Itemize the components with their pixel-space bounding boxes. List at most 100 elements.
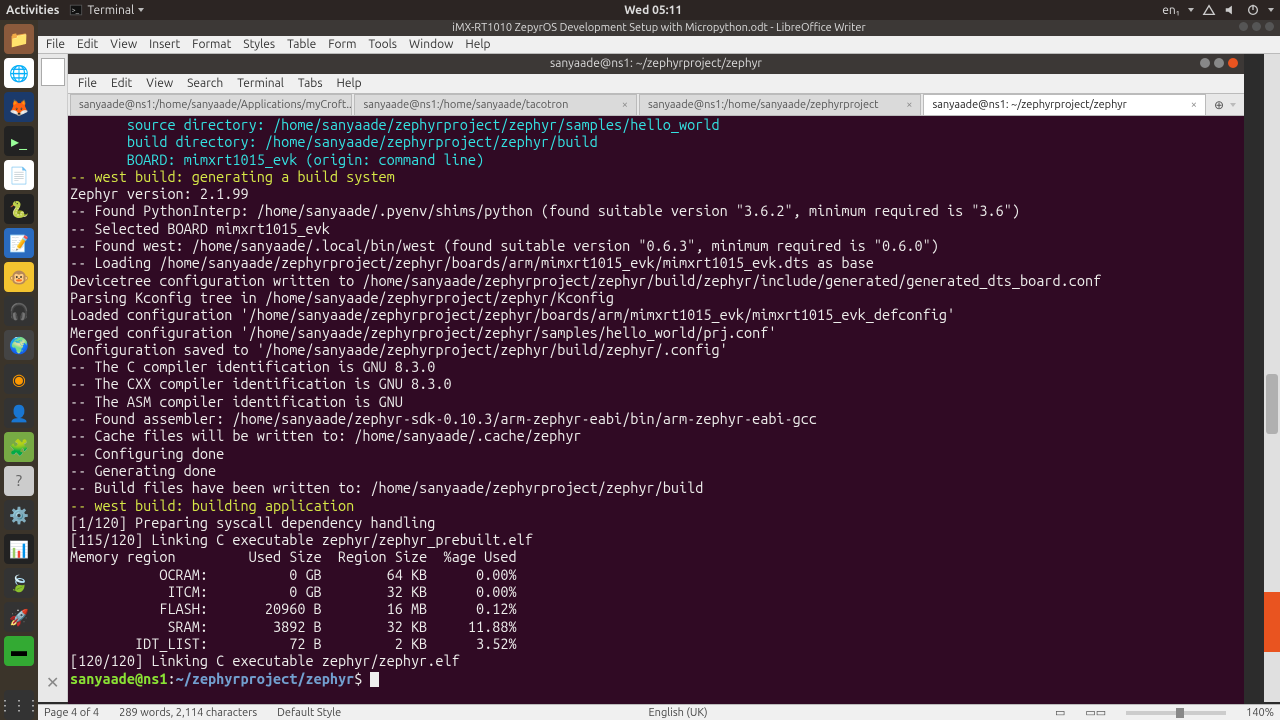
launcher-terminal-icon[interactable]: ▸_: [4, 126, 34, 156]
launcher-help-icon[interactable]: ?: [4, 466, 34, 496]
status-book-view-icon[interactable]: ▭▭: [1085, 706, 1106, 719]
lo-menu-styles[interactable]: Styles: [243, 38, 275, 51]
launcher-user-icon[interactable]: 👤: [4, 398, 34, 428]
status-style[interactable]: Default Style: [277, 707, 341, 719]
terminal-output-line: source directory: /home/sanyaade/zephyrp…: [70, 116, 1242, 133]
terminal-body[interactable]: source directory: /home/sanyaade/zephyrp…: [68, 116, 1244, 704]
terminal-output-line: [1/120] Preparing syscall dependency han…: [70, 514, 1242, 531]
libreoffice-window-title: iMX-RT1010 ZepyrOS Development Setup wit…: [38, 20, 1280, 36]
launcher-puzzle-icon[interactable]: 🧩: [4, 432, 34, 462]
maximize-icon[interactable]: [1214, 58, 1224, 68]
minimize-icon[interactable]: [1200, 58, 1210, 68]
launcher-blender-icon[interactable]: ◉: [4, 364, 34, 394]
lo-close-icon[interactable]: [1265, 22, 1274, 31]
document-thumbnail-icon: [41, 58, 65, 86]
gnome-top-bar: Activities >_ Terminal Wed 05:11 en₁: [0, 0, 1280, 20]
input-source-indicator[interactable]: en₁: [1162, 4, 1180, 17]
launcher-python-icon[interactable]: 🐍: [4, 194, 34, 224]
term-menu-edit[interactable]: Edit: [111, 77, 132, 90]
libreoffice-status-bar: Page 4 of 4 289 words, 2,114 characters …: [38, 704, 1280, 720]
launcher-rocket-icon[interactable]: 🚀: [4, 602, 34, 632]
terminal-output-line: -- The C compiler identification is GNU …: [70, 358, 1242, 375]
terminal-output-line: -- Loading /home/sanyaade/zephyrproject/…: [70, 254, 1242, 271]
lo-menu-form[interactable]: Form: [328, 38, 356, 51]
terminal-output-line: Memory region Used Size Region Size %age…: [70, 548, 1242, 565]
status-page: Page 4 of 4: [44, 707, 99, 719]
terminal-tab-0[interactable]: sanyaade@ns1:/home/sanyaade/Applications…: [70, 94, 352, 115]
launcher-writer-icon[interactable]: 📝: [4, 228, 34, 258]
prompt-path: ~/zephyrproject/zephyr: [176, 670, 355, 687]
prompt-colon: :: [167, 670, 175, 687]
launcher-chip-icon[interactable]: ▬: [4, 636, 34, 666]
status-language[interactable]: English (UK): [649, 707, 708, 719]
launcher-chrome-icon[interactable]: 🌐: [4, 58, 34, 88]
lo-menu-tools[interactable]: Tools: [368, 38, 397, 51]
launcher-files-icon[interactable]: 📁: [4, 24, 34, 54]
terminal-output-line: -- Configuring done: [70, 445, 1242, 462]
term-menu-terminal[interactable]: Terminal: [237, 77, 284, 90]
term-menu-file[interactable]: File: [78, 77, 97, 90]
terminal-tab-3[interactable]: sanyaade@ns1: ~/zephyrproject/zephyr ×: [923, 94, 1205, 115]
lo-menu-view[interactable]: View: [110, 38, 137, 51]
launcher-bars-icon[interactable]: 📊: [4, 534, 34, 564]
terminal-output-line: -- west build: building application: [70, 497, 1242, 514]
unity-launcher: 📁 🌐 🦊 ▸_ 📄 🐍 📝 🐵 🎧 🌍 ◉ 👤 🧩 ? ⚙️ 📊 🍃 🚀 ▬ …: [0, 20, 38, 720]
lo-menu-file[interactable]: File: [46, 38, 65, 51]
network-icon[interactable]: [1202, 3, 1216, 17]
status-word-count[interactable]: 289 words, 2,114 characters: [119, 707, 257, 719]
terminal-output-line: Parsing Kconfig tree in /home/sanyaade/z…: [70, 289, 1242, 306]
terminal-output-line: Devicetree configuration written to /hom…: [70, 272, 1242, 289]
tab-menu-icon[interactable]: [1230, 103, 1236, 107]
libreoffice-left-gutter: ✕: [38, 54, 68, 702]
launcher-text-editor-icon[interactable]: 📄: [4, 160, 34, 190]
term-menu-tabs[interactable]: Tabs: [298, 77, 323, 90]
lo-menu-edit[interactable]: Edit: [77, 38, 98, 51]
close-icon[interactable]: [1228, 58, 1238, 68]
launcher-globe-icon[interactable]: 🌍: [4, 330, 34, 360]
terminal-output-line: build directory: /home/sanyaade/zephyrpr…: [70, 133, 1242, 150]
launcher-gear-icon[interactable]: ⚙️: [4, 500, 34, 530]
terminal-output-line: BOARD: mimxrt1015_evk (origin: command l…: [70, 151, 1242, 168]
top-app-menu[interactable]: >_ Terminal: [69, 3, 144, 17]
term-menu-search[interactable]: Search: [187, 77, 223, 90]
launcher-monkey-icon[interactable]: 🐵: [4, 262, 34, 292]
terminal-tab-2[interactable]: sanyaade@ns1:/home/sanyaade/zephyrprojec…: [639, 94, 921, 115]
lo-menu-window[interactable]: Window: [409, 38, 453, 51]
launcher-headphones-icon[interactable]: 🎧: [4, 296, 34, 326]
terminal-output-line: FLASH: 20960 B 16 MB 0.12%: [70, 600, 1242, 617]
tab-close-icon[interactable]: ×: [1191, 99, 1197, 111]
terminal-tab-bar: sanyaade@ns1:/home/sanyaade/Applications…: [68, 94, 1244, 116]
scrollbar-thumb[interactable]: [1266, 374, 1278, 434]
terminal-tab-1[interactable]: sanyaade@ns1:/home/sanyaade/tacotron×: [354, 94, 636, 115]
terminal-prompt-line[interactable]: sanyaade@ns1:~/zephyrproject/zephyr$: [70, 670, 1242, 687]
term-menu-view[interactable]: View: [146, 77, 173, 90]
tab-close-icon[interactable]: ×: [622, 99, 628, 111]
lo-minimize-icon[interactable]: [1239, 22, 1248, 31]
lo-maximize-icon[interactable]: [1252, 22, 1261, 31]
top-clock[interactable]: Wed 05:11: [144, 4, 1162, 17]
lo-menu-format[interactable]: Format: [192, 38, 231, 51]
chevron-down-icon: [1268, 8, 1274, 12]
terminal-tab-label: sanyaade@ns1: ~/zephyrproject/zephyr: [932, 99, 1126, 111]
new-tab-icon[interactable]: ⊕: [1214, 98, 1224, 112]
term-menu-help[interactable]: Help: [337, 77, 362, 90]
zoom-slider[interactable]: [1126, 711, 1226, 715]
volume-icon[interactable]: [1224, 3, 1238, 17]
status-zoom[interactable]: 140%: [1246, 707, 1274, 719]
lo-menu-table[interactable]: Table: [287, 38, 316, 51]
launcher-leaf-icon[interactable]: 🍃: [4, 568, 34, 598]
terminal-output-line: Merged configuration '/home/sanyaade/zep…: [70, 324, 1242, 341]
launcher-firefox-icon[interactable]: 🦊: [4, 92, 34, 122]
activities-button[interactable]: Activities: [6, 4, 59, 17]
lo-menu-help[interactable]: Help: [465, 38, 490, 51]
prompt-dollar: $: [354, 670, 370, 687]
terminal-output-line: -- west build: generating a build system: [70, 168, 1242, 185]
terminal-icon: >_: [69, 3, 83, 17]
chevron-down-icon: [1188, 8, 1194, 12]
close-sidebar-icon[interactable]: ✕: [46, 673, 59, 692]
launcher-apps-icon[interactable]: ⋮⋮⋮: [4, 690, 34, 720]
lo-menu-insert[interactable]: Insert: [149, 38, 180, 51]
tab-close-icon[interactable]: ×: [906, 99, 912, 111]
power-icon[interactable]: [1246, 3, 1260, 17]
status-view-mode-icon[interactable]: ▭: [1055, 706, 1065, 719]
